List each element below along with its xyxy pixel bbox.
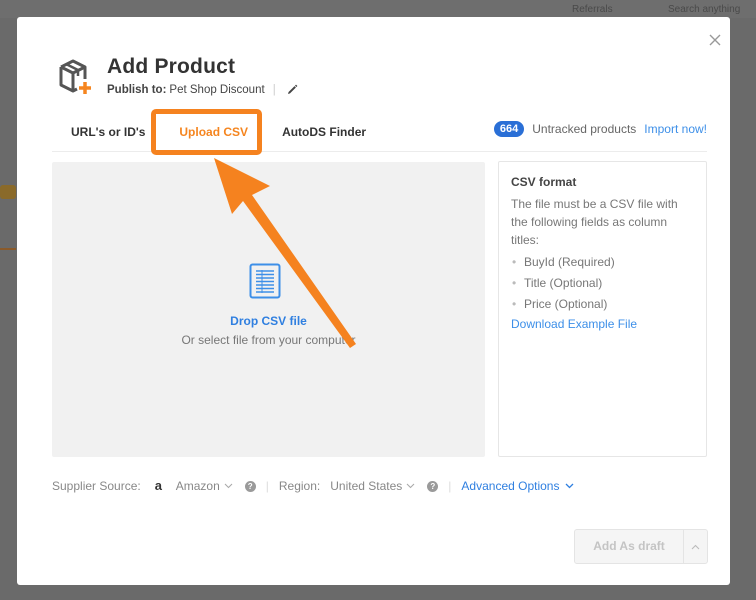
region-label: Region: xyxy=(278,479,321,493)
csv-field-item: BuyId (Required) xyxy=(511,252,694,273)
add-as-draft-button[interactable]: Add As draft xyxy=(575,530,683,563)
download-example-link[interactable]: Download Example File xyxy=(511,317,637,331)
supplier-dropdown[interactable]: Amazon xyxy=(176,479,233,493)
modal-header: Add Product Publish to: Pet Shop Discoun… xyxy=(55,55,298,97)
options-separator: | xyxy=(448,479,452,493)
csv-format-description: The file must be a CSV file with the fol… xyxy=(511,197,678,247)
advanced-options-label: Advanced Options xyxy=(461,479,560,493)
import-options-row: Supplier Source: a Amazon ? | Region: Un… xyxy=(52,479,574,493)
product-box-icon xyxy=(59,59,91,94)
background-referrals: Referrals xyxy=(572,4,613,15)
csv-field-item: Price (Optional) xyxy=(511,294,694,315)
chevron-down-icon xyxy=(566,483,574,489)
csv-format-panel: CSV format The file must be a CSV file w… xyxy=(498,161,707,457)
supplier-value: Amazon xyxy=(175,479,220,493)
drop-csv-title: Drop CSV file xyxy=(230,314,307,328)
untracked-products: 664 Untracked products Import now! xyxy=(493,121,707,137)
csv-field-list: BuyId (Required) Title (Optional) Price … xyxy=(511,252,694,315)
options-separator: | xyxy=(265,479,269,493)
csv-format-title: CSV format xyxy=(511,175,577,189)
background-accent-line xyxy=(0,248,16,250)
modal-title: Add Product xyxy=(107,55,236,78)
supplier-source-label: Supplier Source: xyxy=(52,479,141,493)
tab-urls-or-ids[interactable]: URL's or ID's xyxy=(54,117,162,147)
tab-autods-finder[interactable]: AutoDS Finder xyxy=(265,117,383,147)
chevron-down-icon xyxy=(224,483,233,489)
untracked-label: Untracked products xyxy=(532,122,637,136)
publish-to-row: Publish to: Pet Shop Discount | xyxy=(107,84,298,96)
csv-field-item: Title (Optional) xyxy=(511,273,694,294)
chevron-up-icon xyxy=(691,544,700,549)
edit-pencil-icon[interactable] xyxy=(286,84,298,96)
publish-separator: | xyxy=(272,84,276,96)
background-search: Search anything xyxy=(668,4,741,15)
publish-label: Publish to: xyxy=(107,84,167,96)
add-product-modal: Add Product Publish to: Pet Shop Discoun… xyxy=(17,17,730,585)
untracked-count-badge: 664 xyxy=(493,121,525,137)
amazon-icon: a xyxy=(154,478,162,493)
region-dropdown[interactable]: United States xyxy=(330,479,415,493)
supplier-help-icon[interactable]: ? xyxy=(244,480,256,492)
chevron-down-icon xyxy=(406,483,415,489)
background-topbar: Referrals Search anything xyxy=(0,0,756,18)
region-value: United States xyxy=(330,479,403,493)
background-thumbnail xyxy=(0,185,16,199)
add-options-toggle[interactable] xyxy=(683,530,707,563)
csv-file-icon xyxy=(249,263,281,299)
advanced-options-toggle[interactable]: Advanced Options xyxy=(461,479,574,493)
import-now-link[interactable]: Import now! xyxy=(644,122,707,136)
region-help-icon[interactable]: ? xyxy=(427,480,439,492)
csv-dropzone[interactable]: Drop CSV file Or select file from your c… xyxy=(52,162,485,457)
publish-store-name: Pet Shop Discount xyxy=(169,84,265,96)
close-button[interactable] xyxy=(708,33,724,49)
close-icon xyxy=(709,34,721,46)
annotation-highlight-box xyxy=(151,109,262,155)
select-file-text: Or select file from your computer xyxy=(181,333,356,347)
add-as-draft-split-button: Add As draft xyxy=(574,529,708,564)
